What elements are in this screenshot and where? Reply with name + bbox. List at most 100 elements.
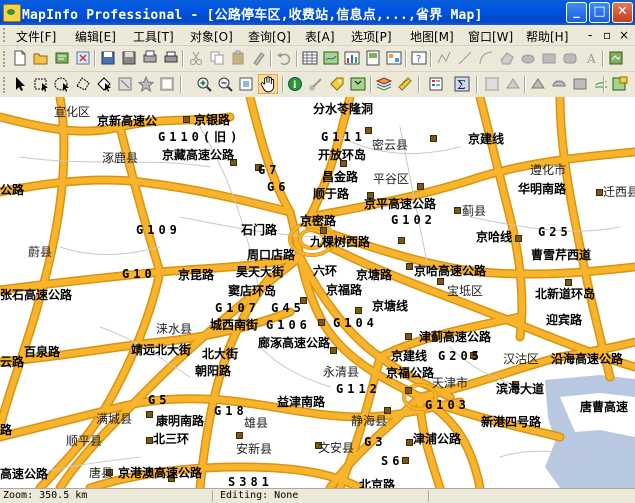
drag-map-window-icon[interactable] — [350, 76, 366, 92]
radius-select-icon[interactable] — [54, 76, 70, 92]
map-point[interactable] — [430, 135, 437, 142]
map-point[interactable] — [384, 407, 391, 414]
line-icon[interactable] — [457, 50, 473, 66]
map-point[interactable] — [405, 387, 412, 394]
map-point[interactable] — [183, 116, 190, 123]
mdi-close-button[interactable]: × — [619, 28, 629, 42]
menu-query[interactable]: 查询[Q] — [248, 28, 291, 45]
ruler-icon[interactable] — [397, 76, 413, 92]
map-point[interactable] — [596, 189, 603, 196]
map-point[interactable] — [355, 307, 362, 314]
save-icon[interactable] — [100, 50, 116, 66]
map-point[interactable] — [437, 278, 444, 285]
map-point[interactable] — [454, 207, 461, 214]
show-node-icon[interactable] — [551, 76, 567, 92]
menu-objects[interactable]: 对象[O] — [190, 28, 233, 45]
invert-selection-icon[interactable] — [138, 76, 154, 92]
rectangle-icon[interactable] — [541, 50, 557, 66]
map-point[interactable] — [406, 263, 413, 270]
map-point[interactable] — [330, 347, 337, 354]
editing-status[interactable]: Editing: None — [220, 490, 298, 501]
hotlink-icon[interactable] — [308, 76, 324, 92]
digitize-icon[interactable] — [593, 76, 609, 92]
redistrict-icon[interactable] — [386, 50, 402, 66]
menubar-grip[interactable] — [3, 28, 8, 42]
boundary-select-icon[interactable] — [96, 76, 112, 92]
map-point[interactable] — [365, 127, 372, 134]
menu-map[interactable]: 地图[M] — [410, 28, 454, 45]
undo-icon[interactable] — [276, 50, 292, 66]
layout-icon[interactable] — [365, 50, 381, 66]
rounded-rect-icon[interactable] — [562, 50, 578, 66]
menu-help[interactable]: 帮助[H] — [526, 28, 568, 45]
info-tool-icon[interactable]: i — [287, 76, 303, 92]
statistics-icon[interactable]: Σ — [454, 76, 470, 92]
cut-icon[interactable] — [188, 50, 204, 66]
text-icon[interactable]: A — [583, 50, 599, 66]
open-workspace-icon[interactable] — [54, 50, 70, 66]
menu-window[interactable]: 窗口[W] — [468, 28, 513, 45]
map-window-icon[interactable] — [323, 50, 339, 66]
map-point[interactable] — [146, 411, 153, 418]
layer-control-icon[interactable] — [376, 76, 392, 92]
toolbar-grip[interactable] — [3, 51, 8, 67]
polyline-icon[interactable] — [436, 50, 452, 66]
add-node-icon[interactable] — [530, 76, 546, 92]
paste-icon[interactable] — [230, 50, 246, 66]
open-icon[interactable] — [33, 50, 49, 66]
menu-tools[interactable]: 工具[T] — [133, 28, 174, 45]
new-icon[interactable] — [12, 50, 28, 66]
zoom-in-icon[interactable] — [196, 76, 212, 92]
close-table-icon[interactable] — [75, 50, 91, 66]
ellipse-icon[interactable] — [520, 50, 536, 66]
map-point[interactable] — [565, 279, 572, 286]
map-point[interactable] — [515, 235, 522, 242]
label-tool-icon[interactable] — [329, 76, 345, 92]
polygon-select-icon[interactable] — [75, 76, 91, 92]
menu-edit[interactable]: 编辑[E] — [75, 28, 116, 45]
maximize-button[interactable]: □ — [589, 2, 610, 23]
graph-select-icon[interactable] — [159, 76, 175, 92]
split-icon[interactable] — [572, 76, 588, 92]
set-clip-region-icon[interactable] — [484, 76, 500, 92]
close-button[interactable]: ✕ — [612, 2, 633, 23]
select-arrow-icon[interactable] — [12, 76, 28, 92]
clear-icon[interactable] — [251, 50, 267, 66]
hand-grabber-icon[interactable] — [258, 74, 278, 94]
mdi-minimize-button[interactable]: - — [588, 28, 592, 42]
map-point[interactable] — [318, 319, 325, 326]
help-icon[interactable]: ? — [411, 50, 427, 66]
change-view-icon[interactable] — [238, 76, 254, 92]
legend-icon[interactable] — [428, 76, 444, 92]
menu-table[interactable]: 表[A] — [305, 28, 335, 45]
map-point[interactable] — [236, 432, 243, 439]
mdi-restore-button[interactable]: ▫ — [603, 28, 611, 42]
browser-icon[interactable] — [302, 50, 318, 66]
polygon-icon[interactable] — [499, 50, 515, 66]
arc-icon[interactable] — [478, 50, 494, 66]
map-window[interactable]: 分水苓隆洞 宣化区 京新高速公 京银路 G110(旧) G111 密云县 京建线… — [0, 97, 635, 488]
frame-icon[interactable] — [608, 50, 624, 66]
menu-file[interactable]: 文件[F] — [16, 28, 56, 45]
minimize-button[interactable]: _ — [566, 2, 587, 23]
copy-icon[interactable] — [209, 50, 225, 66]
print-preview-icon[interactable] — [142, 50, 158, 66]
unselect-all-icon[interactable] — [117, 76, 133, 92]
mapinfo-app-icon[interactable] — [3, 4, 21, 22]
map-point[interactable] — [405, 333, 412, 340]
map-point[interactable] — [417, 183, 424, 190]
save-copy-icon[interactable] — [121, 50, 137, 66]
reshape-icon[interactable] — [505, 76, 521, 92]
toolbar-grip[interactable] — [3, 77, 8, 93]
map-point[interactable] — [406, 439, 413, 446]
map-point[interactable] — [398, 237, 405, 244]
zoom-out-icon[interactable] — [217, 76, 233, 92]
map-point[interactable] — [320, 227, 327, 234]
marquee-select-icon[interactable] — [33, 76, 49, 92]
map-point[interactable] — [146, 437, 153, 444]
print-icon[interactable] — [163, 50, 179, 66]
map-options-icon[interactable] — [612, 76, 628, 92]
graph-icon[interactable] — [344, 50, 360, 66]
menu-options[interactable]: 选项[P] — [351, 28, 392, 45]
close-icon: ✕ — [617, 4, 628, 19]
